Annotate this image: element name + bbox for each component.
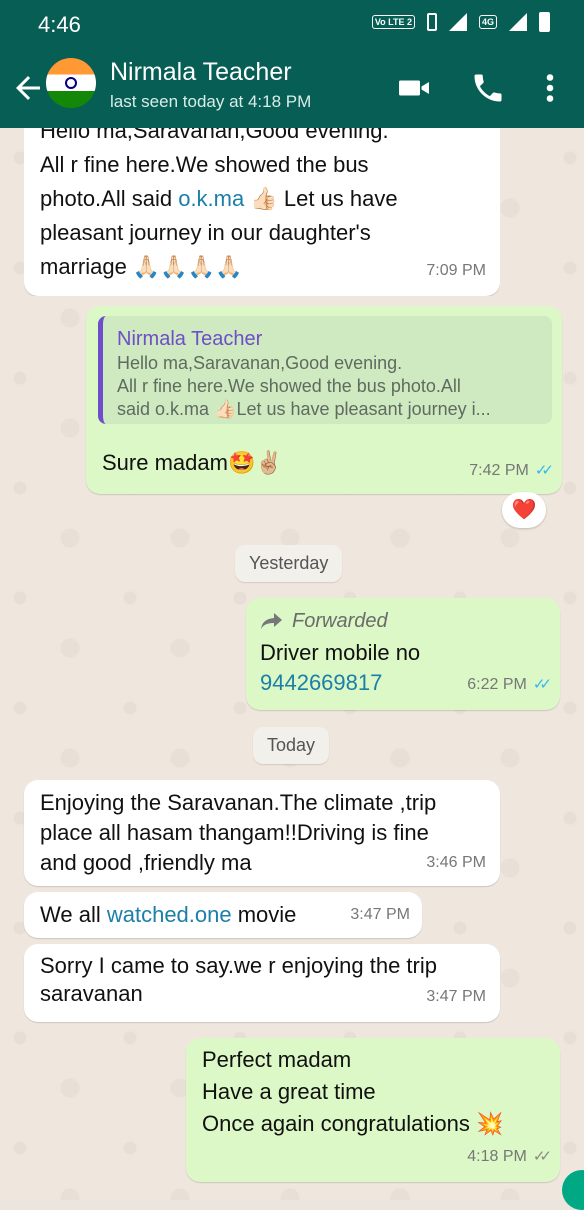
message-time: 7:09 PM xyxy=(426,262,486,279)
status-bar: 4:46 Vo LTE 2 4G xyxy=(0,0,584,50)
back-arrow-icon[interactable] xyxy=(10,70,46,106)
signal-icon xyxy=(448,13,467,31)
status-time: 4:46 xyxy=(38,12,81,37)
message-text: Sure madam🤩✌🏼 xyxy=(102,450,283,475)
message-text: We all watched.one movie xyxy=(40,902,297,927)
message-time: 4:18 PM xyxy=(467,1148,527,1165)
signal-2-icon xyxy=(509,13,527,31)
quote-author: Nirmala Teacher xyxy=(117,328,263,350)
message-text: Perfect madam Have a great time Once aga… xyxy=(202,1047,504,1136)
volte-icon: Vo LTE 2 xyxy=(371,15,415,29)
quoted-message[interactable]: Nirmala Teacher Hello ma,Saravanan,Good … xyxy=(98,316,552,424)
message-meta: 4:18 PM ✓✓ xyxy=(467,1140,552,1174)
contact-name[interactable]: Nirmala Teacher xyxy=(110,58,292,87)
read-ticks-icon: ✓✓ xyxy=(532,676,552,693)
reaction-badge[interactable]: ❤️ xyxy=(502,492,546,528)
message-time: 3:47 PM xyxy=(350,906,410,923)
message-incoming-2[interactable]: Enjoying the Saravanan.The climate ,trip… xyxy=(24,780,500,886)
date-chip-today: Today xyxy=(253,727,330,764)
chat-header: Nirmala Teacher last seen today at 4:18 … xyxy=(0,50,584,128)
message-incoming-3[interactable]: We all watched.one movie 3:47 PM xyxy=(24,892,422,938)
quote-text: Hello ma,Saravanan,Good evening. All r f… xyxy=(117,353,491,419)
message-meta: 7:42 PM ✓✓ xyxy=(469,454,554,488)
message-time: 3:47 PM xyxy=(426,988,486,1005)
message-link[interactable]: o.k.ma xyxy=(178,186,244,211)
network-type-icon: 4G xyxy=(478,15,497,29)
flag-chakra-icon xyxy=(65,77,77,89)
forwarded-label: Forwarded xyxy=(260,604,388,638)
message-time: 6:22 PM xyxy=(467,676,527,693)
message-outgoing-forwarded[interactable]: Forwarded Driver mobile no 9442669817 6:2… xyxy=(246,598,560,710)
phone-link[interactable]: 9442669817 xyxy=(260,670,382,695)
message-incoming-1[interactable]: Hello ma,Saravanan,Good evening. All r f… xyxy=(24,128,500,296)
date-chip-yesterday: Yesterday xyxy=(235,545,343,582)
more-options-icon[interactable] xyxy=(532,70,568,106)
message-time: 3:46 PM xyxy=(426,854,486,871)
message-link[interactable]: watched.one xyxy=(107,902,232,927)
message-text: Driver mobile no 9442669817 xyxy=(260,640,421,695)
message-outgoing-last[interactable]: Perfect madam Have a great time Once aga… xyxy=(186,1038,560,1182)
vibrate-icon xyxy=(426,13,437,31)
video-call-icon[interactable] xyxy=(396,70,432,106)
message-meta: 6:22 PM ✓✓ xyxy=(467,668,552,702)
last-seen-status[interactable]: last seen today at 4:18 PM xyxy=(110,92,311,112)
status-icons: Vo LTE 2 4G xyxy=(371,12,550,32)
read-ticks-icon: ✓✓ xyxy=(534,462,554,479)
message-incoming-4[interactable]: Sorry I came to say.we r enjoying the tr… xyxy=(24,944,500,1022)
message-time: 7:42 PM xyxy=(469,462,529,479)
forward-arrow-icon xyxy=(261,613,282,629)
battery-icon xyxy=(539,12,550,32)
message-outgoing-reply[interactable]: Nirmala Teacher Hello ma,Saravanan,Good … xyxy=(86,306,562,494)
voice-call-icon[interactable] xyxy=(470,70,506,106)
delivered-ticks-icon: ✓✓ xyxy=(532,1148,552,1165)
avatar[interactable] xyxy=(46,58,96,108)
